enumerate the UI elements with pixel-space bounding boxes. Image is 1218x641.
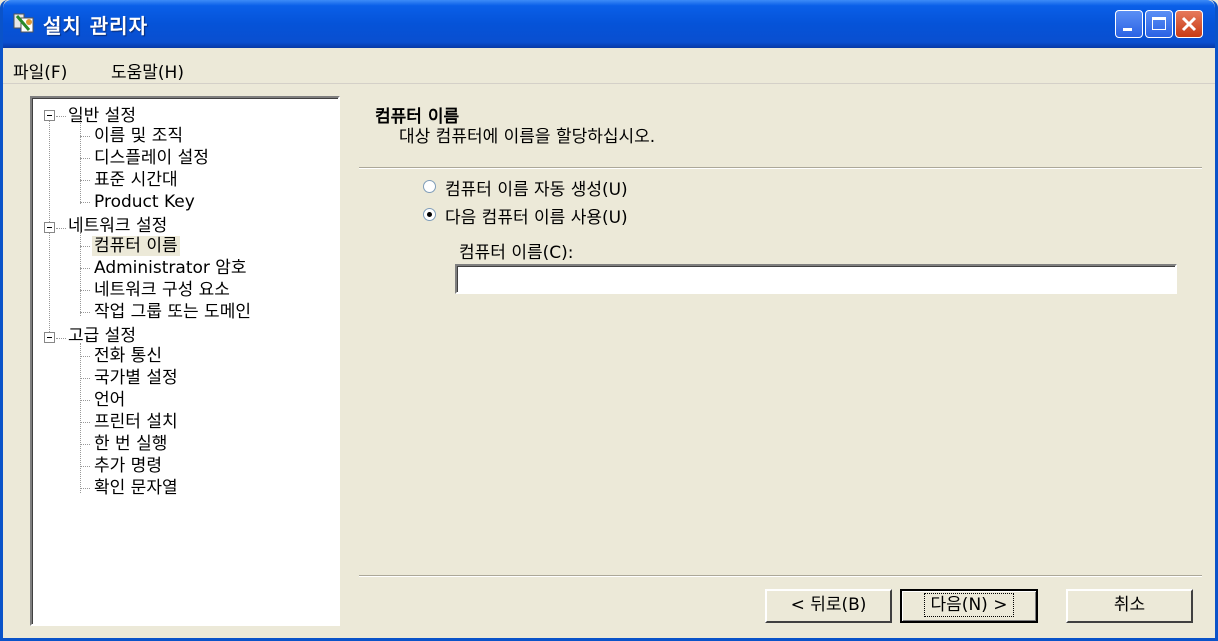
tree-connector xyxy=(56,116,66,117)
tree-connector xyxy=(80,290,90,291)
tree-item-additional-commands[interactable]: 추가 명령 xyxy=(94,456,162,476)
tree-connector xyxy=(56,228,66,229)
tree-connector xyxy=(56,338,66,339)
settings-tree[interactable]: 일반 설정 이름 및 조직 디스플레이 설정 표준 시간대 Product Ke… xyxy=(30,96,340,626)
title-bar[interactable]: 설치 관리자 xyxy=(3,0,1215,48)
radio-use-name-label[interactable]: 다음 컴퓨터 이름 사용(U) xyxy=(445,203,628,228)
tree-connector xyxy=(80,202,90,203)
tree-connector xyxy=(80,422,90,423)
back-button[interactable]: < 뒤로(B) xyxy=(765,589,892,623)
cancel-button[interactable]: 취소 xyxy=(1066,589,1193,623)
tree-item-printers[interactable]: 프린터 설치 xyxy=(94,412,178,432)
tree-connector xyxy=(80,466,90,467)
tree-group-general[interactable]: 일반 설정 xyxy=(68,106,136,126)
tree-connector xyxy=(80,488,90,489)
tree-group-network[interactable]: 네트워크 설정 xyxy=(68,216,167,236)
menu-file[interactable]: 파일(F) xyxy=(13,58,67,83)
tree-connector xyxy=(80,400,90,401)
tree-connector xyxy=(80,246,90,247)
tree-connector xyxy=(80,120,81,204)
computer-name-input[interactable] xyxy=(455,264,1177,294)
tree-item-telephony[interactable]: 전화 통신 xyxy=(94,346,162,366)
tree-connector xyxy=(80,312,90,313)
close-icon[interactable] xyxy=(1175,10,1203,38)
setup-manager-window: 설치 관리자 파일(F) 도움말(H) 일반 설정 이름 및 조직 디스플레이 … xyxy=(0,0,1218,641)
tree-connector xyxy=(80,232,81,316)
tree-item-admin-password[interactable]: Administrator 암호 xyxy=(94,258,247,278)
tree-connector xyxy=(80,136,90,137)
minimize-icon[interactable] xyxy=(1115,10,1143,38)
computer-name-label: 컴퓨터 이름(C): xyxy=(459,243,574,263)
collapse-toggle-icon[interactable] xyxy=(44,110,55,121)
setup-app-icon xyxy=(13,13,34,33)
collapse-toggle-icon[interactable] xyxy=(44,222,55,233)
header-divider xyxy=(359,167,1202,169)
page-subtitle: 대상 컴퓨터에 이름을 할당하십시오. xyxy=(399,127,656,147)
next-button-label: 다음(N) > xyxy=(923,593,1015,617)
maximize-icon[interactable] xyxy=(1145,10,1173,38)
tree-connector xyxy=(80,158,90,159)
menu-help[interactable]: 도움말(H) xyxy=(111,58,184,83)
page-header: 컴퓨터 이름 대상 컴퓨터에 이름을 할당하십시오. xyxy=(359,96,1199,168)
next-button[interactable]: 다음(N) > xyxy=(900,589,1038,623)
tree-connector xyxy=(80,378,90,379)
window-title: 설치 관리자 xyxy=(43,14,148,38)
tree-item-network-components[interactable]: 네트워크 구성 요소 xyxy=(94,280,230,300)
radio-auto-generate-label[interactable]: 컴퓨터 이름 자동 생성(U) xyxy=(445,175,628,200)
footer-divider xyxy=(359,575,1202,577)
tree-item-display[interactable]: 디스플레이 설정 xyxy=(94,148,209,168)
menu-bar: 파일(F) 도움말(H) xyxy=(3,48,1215,84)
radio-use-name[interactable] xyxy=(423,208,436,221)
tree-connector xyxy=(80,268,90,269)
tree-item-run-once[interactable]: 한 번 실행 xyxy=(94,434,167,454)
tree-connector xyxy=(80,343,81,493)
tree-connector xyxy=(80,444,90,445)
tree-item-product-key[interactable]: Product Key xyxy=(94,192,195,212)
tree-item-regional[interactable]: 국가별 설정 xyxy=(94,368,178,388)
tree-item-name-org[interactable]: 이름 및 조직 xyxy=(94,126,183,146)
tree-item-computer-name[interactable]: 컴퓨터 이름 xyxy=(92,236,180,256)
radio-auto-generate[interactable] xyxy=(423,180,436,193)
tree-item-identification-string[interactable]: 확인 문자열 xyxy=(94,478,178,498)
tree-connector xyxy=(80,180,90,181)
tree-item-timezone[interactable]: 표준 시간대 xyxy=(94,170,178,190)
tree-item-workgroup-domain[interactable]: 작업 그룹 또는 도메인 xyxy=(94,302,251,322)
tree-item-language[interactable]: 언어 xyxy=(94,390,125,410)
tree-group-advanced[interactable]: 고급 설정 xyxy=(68,326,136,346)
collapse-toggle-icon[interactable] xyxy=(44,332,55,343)
tree-connector xyxy=(80,356,90,357)
